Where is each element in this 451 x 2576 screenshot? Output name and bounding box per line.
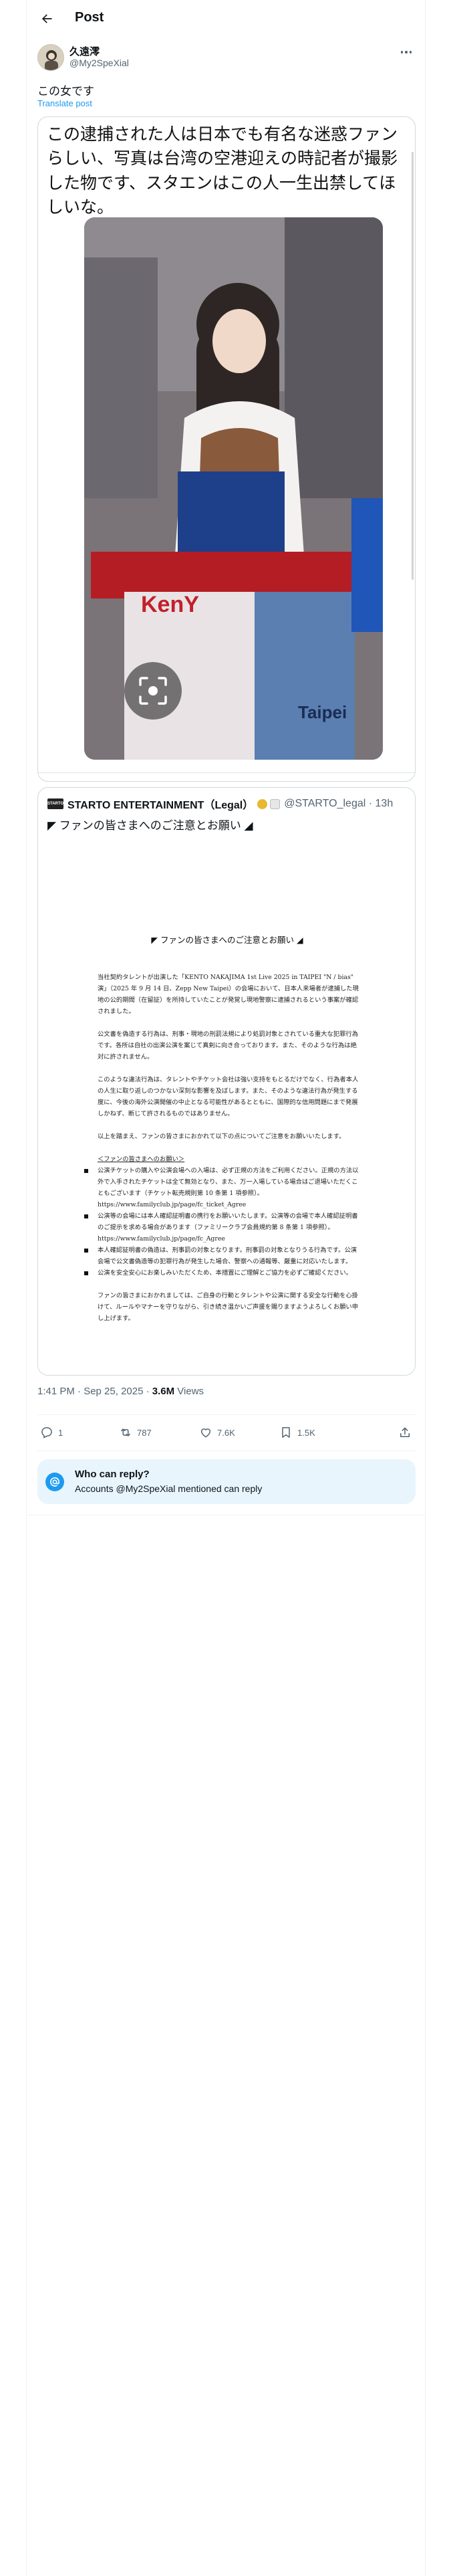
avatar[interactable]	[37, 44, 64, 71]
image-search-icon[interactable]	[124, 662, 182, 720]
quoted-post-headline: ◤ ファンの皆さまへのご注意とお願い ◢	[47, 819, 253, 832]
document-paragraph: 以上を踏まえ、ファンの皆さまにおかれて以下の点についてご注意をお願いいたします。	[98, 1133, 345, 1140]
bookmark-icon	[282, 1427, 290, 1438]
repost-icon	[121, 1428, 130, 1436]
photo-sign-text: KenY	[141, 592, 199, 617]
document-bullet: 本人確認証明書の偽造は、刑事罰の対象となります。刑事罰の対象となりうる行為です。…	[84, 1245, 360, 1267]
document-title: ◤ ファンの皆さまへのご注意とお願い ◢	[151, 935, 303, 945]
photo: KenY Taipei	[84, 217, 383, 760]
quoted-post-time: 13h	[375, 798, 394, 809]
reply-restriction-description: Accounts @My2SpeXial mentioned can reply	[75, 1483, 263, 1494]
repost-count: 787	[137, 1427, 152, 1438]
image-scrollbar	[412, 152, 414, 580]
like-icon	[201, 1428, 210, 1438]
quoted-post-header: STARTO STARTO ENTERTAINMENT（Legal） @STAR…	[47, 796, 393, 812]
document-list-heading: ＜ファンの皆さまへのお願い＞	[98, 1156, 185, 1163]
back-arrow-icon[interactable]	[37, 9, 56, 28]
verified-badge-icon	[257, 798, 268, 809]
top-bar: Post	[27, 0, 426, 37]
document-bullet: 公演を安全安心にお楽しみいただくため、本措置にご理解とご協力を必ずご確認ください…	[84, 1267, 360, 1279]
post-timestamp[interactable]: 1:41 PM · Sep 25, 2025 ·	[37, 1386, 152, 1397]
share-icon	[400, 1427, 410, 1437]
quoted-author-name: STARTO ENTERTAINMENT（Legal）	[67, 800, 254, 811]
reply-count: 1	[58, 1427, 63, 1438]
action-bar: 1 787 7.6K 1.5K	[37, 1415, 416, 1451]
like-count: 7.6K	[217, 1427, 235, 1438]
image-caption-text: この逮捕された人は日本でも有名な迷惑ファンらしい、写真は台湾の空港迎えの時記者が…	[47, 124, 398, 217]
document-bullet: 公演等の会場には本人確認証明書の携行をお願いいたします。公演等の会場で本人確認証…	[84, 1210, 360, 1245]
document-paragraph: 公文書を偽造する行為は、刑事・現地の刑罰法規により処罰対象とされている重大な犯罪…	[98, 1031, 359, 1061]
quoted-author-handle: @STARTO_legal	[284, 798, 366, 809]
document-closing: ファンの皆さまにおかれましては、ご自身の行動とタレントや公演に関する安全な行動を…	[98, 1292, 359, 1322]
starto-logo: STARTO	[47, 798, 63, 809]
like-button[interactable]: 7.6K	[199, 1426, 235, 1439]
document-paragraph: 当社契約タレントが出演した「KENTO NAKAJIMA 1st Live 20…	[98, 974, 359, 1015]
page-title: Post	[75, 10, 104, 25]
repost-button[interactable]: 787	[119, 1426, 152, 1439]
views-label: Views	[174, 1386, 204, 1397]
attached-quoted-post-image[interactable]: STARTO STARTO ENTERTAINMENT（Legal） @STAR…	[37, 787, 416, 1376]
reply-restriction-title: Who can reply?	[75, 1469, 150, 1480]
reply-restriction-notice: Who can reply? Accounts @My2SpeXial ment…	[37, 1459, 416, 1504]
affiliate-badge-icon	[270, 798, 281, 809]
document-bullet: 公演チケットの購入や公演会場への入場は、必ず正規の方法をご利用ください。正規の方…	[84, 1165, 360, 1210]
tweet-text: この女です	[37, 85, 94, 98]
translate-post-link[interactable]: Translate post	[37, 98, 92, 108]
document-body: 当社契約タレントが出演した「KENTO NAKAJIMA 1st Live 20…	[84, 972, 360, 1335]
attached-image[interactable]: この逮捕された人は日本でも有名な迷惑ファンらしい、写真は台湾の空港迎えの時記者が…	[37, 116, 416, 782]
reply-icon	[41, 1427, 52, 1438]
more-icon[interactable]	[397, 45, 416, 59]
views-count: 3.6M	[152, 1386, 175, 1397]
post-column: Post 久遠澪 @My2SpeXial この女です Translate pos…	[26, 0, 426, 2576]
at-sign-icon	[45, 1473, 64, 1491]
author-handle[interactable]: @My2SpeXial	[69, 58, 129, 68]
document-paragraph: このような違法行為は、タレントやチケット会社は強い支持をもとるだけでなく、行為者…	[98, 1076, 359, 1117]
bookmark-button[interactable]: 1.5K	[279, 1426, 315, 1439]
notice-document: ◤ ファンの皆さまへのご注意とお願い ◢ 当社契約タレントが出演した「KENTO…	[38, 838, 415, 1375]
post-meta: 1:41 PM · Sep 25, 2025 · 3.6M Views	[37, 1386, 204, 1397]
reply-button[interactable]: 1	[40, 1426, 63, 1439]
share-button[interactable]	[398, 1426, 416, 1439]
bookmark-count: 1.5K	[297, 1427, 315, 1438]
divider	[38, 772, 415, 773]
photo-sign-text-2: Taipei	[298, 702, 347, 722]
author-name[interactable]: 久遠澪	[69, 44, 100, 58]
